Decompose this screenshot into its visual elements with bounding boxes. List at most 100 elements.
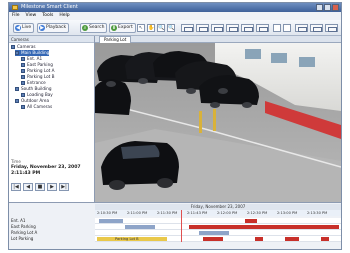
pan-tool-icon[interactable]: ✋ [147,24,155,32]
layout-1plus5-icon[interactable] [241,24,254,32]
menu-tools[interactable]: Tools [42,12,53,20]
title-bar[interactable]: Milestone Smart Client [9,3,341,12]
playback-time: 2:11:43 PM [11,171,41,176]
segment-label: Parking Lot B [115,237,139,241]
menu-bar: File View Tools Help [9,12,341,20]
export-label: Export [118,25,133,30]
recording-segment [199,231,229,235]
camera-icon [21,105,25,109]
camera-icon [21,57,25,61]
motion-segment [321,237,329,241]
snapshot-icon[interactable] [283,24,291,32]
layout-2x2-icon[interactable] [196,24,209,32]
car-wheel [210,102,220,108]
zoom-out-icon[interactable]: 🔍 [167,24,175,32]
tree-label: Parking Lot A [27,68,55,73]
recording-segment [99,219,123,223]
folder-icon [15,99,19,103]
timeline-ticks: 2:10:30 PM 2:11:00 PM 2:11:30 PM 2:11:43… [95,210,341,216]
camera-icon [21,63,25,67]
playback-date-block: Time Friday, November 23, 2007 2:11:43 P… [11,159,93,199]
timeline-row[interactable]: Lot Parking Parking Lot B [9,236,341,242]
layout-3x3-icon[interactable] [211,24,224,32]
tick-label: 2:11:43 PM [187,211,208,215]
fullscreen-icon[interactable] [273,24,281,32]
live-button[interactable]: ◀ Live [13,23,35,33]
tick-label: 2:10:30 PM [97,211,118,215]
menu-file[interactable]: File [12,12,20,20]
layout-1plus7-icon[interactable] [256,24,269,32]
playback-button[interactable]: ▶ Playback [37,23,70,33]
tick-label: 2:13:30 PM [307,211,328,215]
skip-start-button[interactable]: |◀ [11,183,21,191]
car-wheel [186,88,196,94]
window-title: Milestone Smart Client [21,4,78,10]
view-options-icon[interactable] [295,24,308,32]
help-icon[interactable] [325,24,338,32]
skip-end-button[interactable]: ▶| [59,183,69,191]
live-label: Live [22,25,32,30]
tree-item-all-cameras[interactable]: All Cameras [21,104,52,110]
view-tab-bar: Parking Lot [95,36,341,43]
camera-icon [21,81,25,85]
close-button[interactable] [332,4,339,11]
tick-label: 2:11:30 PM [157,211,178,215]
layout-1x1-icon[interactable] [181,24,194,32]
tick-label: 2:12:00 PM [217,211,238,215]
tree-label: All Cameras [27,104,53,109]
menu-help[interactable]: Help [59,12,69,20]
minimize-button[interactable] [316,4,323,11]
bollard [199,111,202,133]
app-icon [12,5,18,10]
layout-4x4-icon[interactable] [226,24,239,32]
search-label: Search [89,25,105,30]
car-wheel [106,81,116,87]
camera-panel-title: Cameras [9,36,94,43]
folder-icon [15,87,19,91]
building-window [245,49,261,59]
timeline-playhead[interactable] [181,210,182,242]
tree-label: Parking Lot B [27,74,55,79]
bollard [213,109,216,131]
play-button[interactable]: ▶ [47,183,57,191]
camera-video-feed[interactable] [95,43,341,202]
timeline-row-label: Lot Parking [11,236,34,241]
tab-parking-lot[interactable]: Parking Lot [99,36,132,43]
tree-label: Outdoor Area [21,98,50,103]
tree-label: Entrance [27,80,46,85]
motion-segment [285,237,299,241]
car-wheel [109,180,125,190]
application-window: Milestone Smart Client File View Tools H… [8,2,342,250]
tick-label: 2:13:00 PM [277,211,298,215]
tree-label: Cameras [17,44,36,49]
zoom-in-icon[interactable]: 🔍 [157,24,165,32]
playback-label: Playback [46,25,67,30]
recording-segment [125,225,155,229]
tree-label: Loading Bay [27,92,53,97]
car-window [121,145,160,159]
motion-segment [255,237,263,241]
car-wheel [242,102,252,108]
pointer-tool-icon[interactable]: ↖ [137,24,145,32]
motion-segment [245,219,257,223]
maximize-button[interactable] [324,4,331,11]
tick-label: 2:12:30 PM [247,211,268,215]
tree-label: East Parking [27,62,53,67]
settings-icon[interactable] [310,24,323,32]
tick-label: 2:11:00 PM [127,211,148,215]
search-button[interactable]: ⌕ Search [80,23,108,33]
camera-icon [21,69,25,73]
motion-segment [189,225,339,229]
menu-view[interactable]: View [26,12,37,20]
timeline-track[interactable]: Parking Lot B [95,236,341,242]
toolbar: ◀ Live ▶ Playback ⌕ Search ⬇ Export ↖ ✋ … [9,20,341,36]
camera-icon [21,75,25,79]
stop-button[interactable]: ■ [35,183,45,191]
timeline-panel: Friday, November 23, 2007 2:10:30 PM 2:1… [9,202,341,249]
export-button[interactable]: ⬇ Export [109,23,136,33]
search-icon: ⌕ [82,25,88,31]
step-back-button[interactable]: ◀ [23,183,33,191]
motion-segment [203,237,223,241]
folder-icon [15,51,19,55]
tree-label: Ent. A1 [27,56,43,61]
